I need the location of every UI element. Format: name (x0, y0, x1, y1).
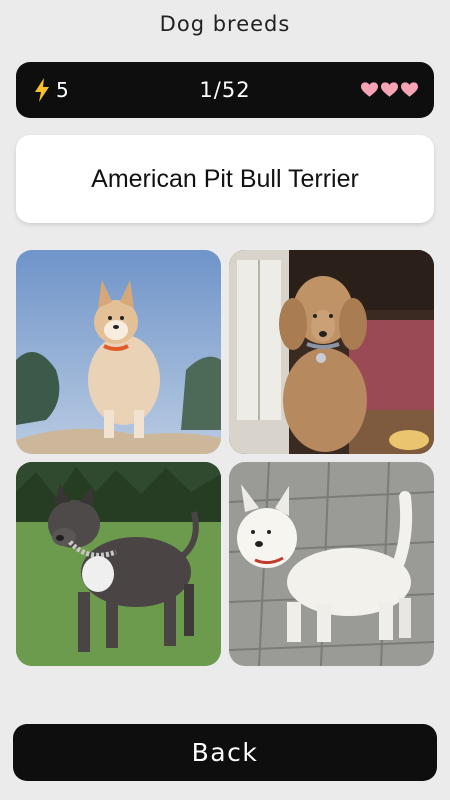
heart-icon (381, 82, 398, 97)
status-bar: 5 1/52 (16, 62, 434, 118)
answer-option-4[interactable] (229, 462, 434, 666)
back-button[interactable]: Back (13, 724, 437, 781)
answer-option-2[interactable] (229, 250, 434, 454)
energy-count: 5 (56, 78, 69, 102)
page-title: Dog breeds (159, 12, 291, 36)
breed-question-card: American Pit Bull Terrier (16, 135, 434, 223)
lives-indicator (361, 82, 418, 98)
energy-counter: 5 (34, 78, 69, 102)
answer-option-1[interactable] (16, 250, 221, 454)
west-highland-terrier-dog-photo (229, 462, 434, 666)
akita-dog-photo (16, 250, 221, 454)
answer-option-3[interactable] (16, 462, 221, 666)
poodle-dog-photo (229, 250, 434, 454)
heart-icon (401, 82, 418, 97)
lightning-bolt-icon (35, 78, 49, 102)
heart-icon (361, 82, 378, 97)
breed-name: American Pit Bull Terrier (91, 164, 359, 193)
pit-bull-dog-photo (16, 462, 221, 666)
